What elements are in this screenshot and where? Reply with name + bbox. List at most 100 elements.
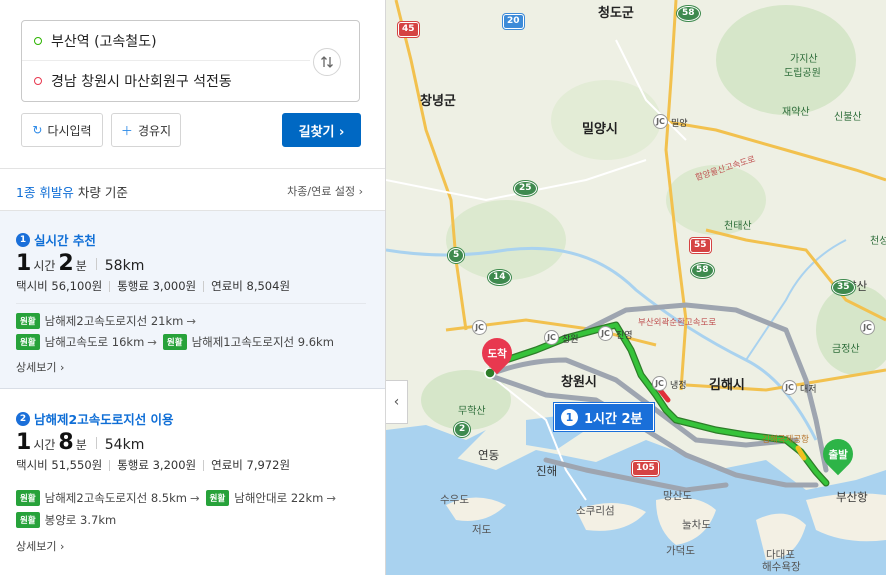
junction-icon: JC (544, 330, 559, 345)
route-shield: 105 (632, 461, 659, 476)
swap-button[interactable] (313, 48, 341, 76)
place-label: 수우도 (440, 494, 469, 506)
traffic-badge: 원활 (16, 512, 40, 528)
collapse-panel-button[interactable]: ‹ (386, 380, 408, 424)
route-shield: 58 (691, 263, 714, 278)
find-route-label: 길찾기 › (298, 124, 345, 140)
road-segment: 남해제2고속도로지선 8.5km (44, 491, 187, 505)
map-view[interactable]: 청도군 창녕군 밀양시 창원시 김해시 양산 부산항 진해 연동 망산도 수우도… (386, 0, 886, 575)
taxi-fare: 택시비 51,550원 (16, 458, 103, 472)
route-time-text: 1시간 2분 (584, 411, 643, 427)
mountain-label: 천성 (870, 236, 886, 247)
road-segment: 남해제2고속도로지선 21km (44, 314, 184, 328)
route-title-text: 실시간 추천 (34, 233, 96, 248)
destination-text: 경남 창원시 마산회원구 석전동 (51, 74, 232, 90)
place-label: 청도군 (598, 6, 634, 21)
arrow-right-icon: → (147, 335, 157, 349)
origin-field[interactable]: 부산역 (고속철도) (22, 21, 310, 61)
reset-button[interactable]: ↻ 다시입력 (21, 113, 103, 147)
place-label: 망산도 (663, 490, 692, 502)
origin-pin-label: 출발 (828, 448, 848, 461)
add-waypoint-button[interactable]: ＋ 경유지 (111, 113, 181, 147)
route-shield: 45 (398, 22, 419, 37)
route-search-box: 부산역 (고속철도) 경남 창원시 마산회원구 석전동 (21, 20, 360, 102)
route-details-link[interactable]: 상세보기 › (16, 538, 64, 554)
road-segment: 남해안대로 22km (234, 491, 324, 505)
hours-unit: 시간 (33, 438, 56, 452)
road-segments: 원활 남해고속도로 16km → 원활 남해제1고속도로지선 9.6km (16, 334, 334, 350)
mountain-label: 천태산 (724, 221, 752, 232)
vehicle-settings-link[interactable]: 차종/연료 설정 › (287, 183, 363, 199)
route-option-1[interactable]: 1 실시간 추천 1 시간 2 분 58km 택시비 56,100원 통행료 3,000원… (0, 211, 385, 389)
minutes-value: 2 (58, 251, 74, 276)
route-shield: 14 (488, 270, 511, 285)
place-label: 밀양시 (582, 122, 618, 137)
minutes-unit: 분 (75, 259, 87, 273)
route-option-2[interactable]: 2 남해제2고속도로지선 이용 1 시간 8 분 54km 택시비 51,550원 통행료… (0, 390, 385, 575)
divider (0, 168, 385, 169)
route-title-text: 남해제2고속도로지선 이용 (34, 412, 174, 427)
mountain-label: 금정산 (832, 344, 860, 355)
route-time-label[interactable]: 1 1시간 2분 (554, 403, 654, 431)
route-shield: 25 (514, 181, 537, 196)
road-segments: 원활 남해제2고속도로지선 8.5km → 원활 남해안대로 22km → (16, 490, 342, 506)
route-details-link[interactable]: 상세보기 › (16, 359, 64, 375)
route-distance: 54km (104, 437, 145, 453)
place-label: 부산항 (836, 490, 868, 504)
reset-label: 다시입력 (47, 123, 92, 138)
junction-icon: JC (598, 326, 613, 341)
road-segment: 남해제1고속도로지선 9.6km (191, 335, 334, 349)
traffic-badge: 원활 (162, 334, 187, 350)
road-segment: 남해고속도로 16km (44, 335, 145, 349)
route-number-badge: 1 (16, 232, 30, 247)
toll-fee: 통행료 3,000원 (117, 279, 197, 293)
place-label: 김해시 (709, 378, 745, 393)
divider (16, 303, 366, 304)
fuel-cost: 연료비 7,972원 (211, 458, 291, 472)
refresh-icon: ↻ (32, 123, 43, 137)
road-segments: 원활 봉양로 3.7km (16, 512, 116, 528)
chevron-left-icon: ‹ (393, 394, 400, 410)
minutes-unit: 분 (75, 438, 87, 452)
junction-icon: JC (782, 380, 797, 395)
place-label: 눌차도 (682, 519, 711, 531)
hours-unit: 시간 (33, 259, 56, 273)
find-route-button[interactable]: 길찾기 › (282, 113, 361, 147)
mountain-label: 무학산 (458, 406, 486, 417)
highway-label: 부산외곽순환고속도로 (638, 318, 717, 328)
junction-label: 창원 (562, 335, 579, 345)
destination-dot-icon (34, 77, 42, 85)
fuel-type-label: 1종 휘발유 (16, 185, 74, 200)
place-label: 가덕도 (666, 545, 695, 557)
route-title: 1 실시간 추천 (16, 230, 96, 249)
place-label: 창녕군 (420, 94, 456, 109)
route-title: 2 남해제2고속도로지선 이용 (16, 409, 174, 428)
traffic-badge: 원활 (16, 334, 40, 350)
hours-value: 1 (16, 251, 32, 276)
route-number-badge: 1 (561, 408, 578, 426)
place-label: 창원시 (561, 375, 597, 390)
vehicle-basis: 1종 휘발유 차량 기준 (16, 182, 128, 201)
place-label: 소쿠리섬 (576, 505, 615, 517)
minutes-value: 8 (58, 430, 74, 455)
hours-value: 1 (16, 430, 32, 455)
place-label: 해수욕장 (762, 561, 801, 573)
route-duration: 1 시간 8 분 54km (16, 430, 144, 455)
traffic-badge: 원활 (205, 490, 230, 506)
route-distance: 58km (104, 258, 145, 274)
destination-field[interactable]: 경남 창원시 마산회원구 석전동 (22, 61, 310, 101)
route-costs: 택시비 56,100원 통행료 3,000원 연료비 8,504원 (16, 278, 290, 294)
swap-icon (321, 56, 333, 68)
junction-icon: JC (860, 320, 875, 335)
toll-fee: 통행료 3,200원 (117, 458, 197, 472)
route-shield: 58 (677, 6, 700, 21)
place-label: 연동 (478, 448, 500, 462)
junction-icon: JC (653, 114, 668, 129)
vehicle-basis-suffix: 차량 기준 (73, 185, 128, 200)
map-canvas (386, 0, 886, 575)
junction-label: 진영 (616, 331, 633, 341)
route-number-badge: 2 (16, 411, 30, 426)
mountain-label: 도립공원 (784, 68, 821, 79)
mountain-label: 가지산 (790, 54, 818, 65)
place-label: 진해 (536, 464, 558, 478)
